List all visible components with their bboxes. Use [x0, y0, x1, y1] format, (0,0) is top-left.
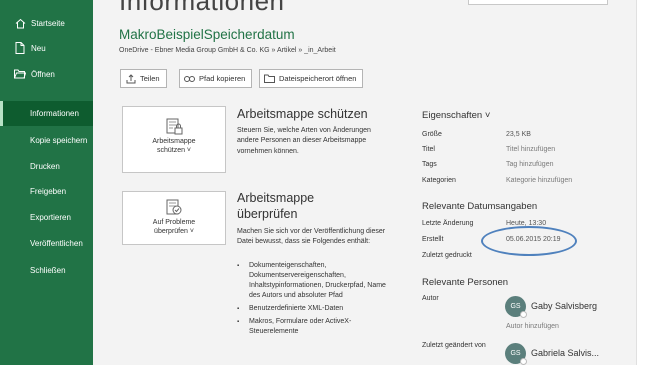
nav-informationen[interactable]: Informationen [0, 101, 93, 126]
share-icon [125, 73, 136, 84]
inspect-button-line1: Auf Probleme [152, 219, 196, 226]
inspect-description: Machen Sie sich vor der Veröffentlichung… [237, 228, 386, 246]
open-folder-icon [13, 68, 27, 80]
modified-by-name[interactable]: Gabriela Salvis... [531, 348, 599, 358]
nav-schliessen[interactable]: Schließen [0, 259, 93, 281]
home-icon [13, 17, 27, 29]
inspect-button-line2: überprüfen ˅ [154, 228, 194, 235]
prop-title-key: Titel [422, 146, 435, 153]
prop-tags-key: Tags [422, 161, 437, 168]
nav-label: Öffnen [31, 69, 55, 79]
nav-label: Informationen [30, 109, 79, 118]
avatar: GS [505, 296, 527, 318]
nav-label: Drucken [30, 161, 60, 171]
nav-label: Neu [31, 43, 46, 53]
nav-drucken[interactable]: Drucken [0, 155, 93, 177]
copy-path-label: Pfad kopieren [199, 74, 246, 83]
list-item: Makros, Formulare oder ActiveX-Steuerele… [237, 317, 387, 337]
inspect-title-line1: Arbeitsmappe [237, 191, 315, 205]
nav-freigeben[interactable]: Freigeben [0, 180, 93, 202]
avatar-initials: GS [510, 303, 521, 310]
nav-startseite[interactable]: Startseite [0, 12, 93, 34]
date-modified-key: Letzte Änderung [422, 220, 474, 227]
people-heading: Relevante Personen [422, 277, 509, 288]
protect-description: Steuern Sie, welche Arten von Änderungen… [237, 127, 371, 155]
prop-title-value[interactable]: Titel hinzufügen [506, 146, 555, 153]
copy-path-button[interactable]: Pfad kopieren [179, 69, 253, 88]
document-name: MakroBeispielSpeicherdatum [119, 27, 295, 42]
prop-size-value: 23,5 KB [506, 131, 531, 138]
lock-icon [164, 117, 184, 137]
inspect-document-icon [164, 198, 184, 218]
nav-label: Freigeben [30, 186, 67, 196]
window-edge [636, 0, 649, 365]
protect-title: Arbeitsmappe schützen [237, 107, 368, 121]
nav-oeffnen[interactable]: Öffnen [0, 63, 93, 85]
avatar-initials: GS [510, 350, 521, 357]
nav-veroeffentlichen[interactable]: Veröffentlichen [0, 232, 93, 254]
share-label: Teilen [140, 74, 160, 83]
dates-heading: Relevante Datumsangaben [422, 201, 538, 212]
prop-categories-value[interactable]: Kategorie hinzufügen [506, 177, 572, 184]
link-icon [184, 73, 195, 84]
prop-size-key: Größe [422, 131, 442, 138]
inspect-title-line2: überprüfen [237, 207, 298, 221]
folder-icon [264, 73, 275, 84]
open-location-button[interactable]: Dateispeicherort öffnen [259, 69, 364, 88]
page-title: Informationen [119, 0, 285, 16]
nav-exportieren[interactable]: Exportieren [0, 206, 93, 228]
info-panel: Informationen MakroBeispielSpeicherdatum… [93, 0, 636, 365]
add-author-link[interactable]: Autor hinzufügen [506, 323, 559, 330]
open-location-label: Dateispeicherort öffnen [279, 74, 357, 83]
presence-indicator [520, 311, 527, 318]
backstage-sidebar: Startseite Neu Öffnen Informationen Kopi… [0, 0, 93, 365]
nav-label: Exportieren [30, 212, 71, 222]
protect-button-line2: schützen ˅ [156, 147, 192, 154]
top-dropdown[interactable] [468, 0, 608, 5]
highlight-ellipse [481, 226, 577, 256]
prop-tags-value[interactable]: Tag hinzufügen [506, 161, 553, 168]
author-key: Autor [422, 295, 439, 302]
author-name[interactable]: Gaby Salvisberg [531, 301, 597, 311]
list-item: Benutzerdefinierte XML-Daten [237, 304, 387, 314]
date-printed-key: Zuletzt gedruckt [422, 252, 472, 259]
protect-button-line1: Arbeitsmappe [152, 138, 196, 145]
nav-kopie-speichern[interactable]: Kopie speichern [0, 129, 93, 151]
presence-indicator [520, 358, 527, 365]
avatar: GS [505, 343, 527, 365]
list-item: Dokumenteigenschaften, Dokumentservereig… [237, 261, 387, 301]
protect-workbook-button[interactable]: Arbeitsmappe schützen ˅ [122, 106, 226, 173]
document-path: OneDrive - Ebner Media Group GmbH & Co. … [119, 47, 336, 54]
properties-heading[interactable]: Eigenschaften ˅ [422, 110, 490, 121]
date-created-key: Erstellt [422, 236, 444, 243]
nav-label: Startseite [31, 18, 65, 28]
share-button[interactable]: Teilen [120, 69, 167, 88]
nav-neu[interactable]: Neu [0, 37, 93, 59]
nav-label: Kopie speichern [30, 135, 88, 145]
inspect-bullet-list: Dokumenteigenschaften, Dokumentservereig… [237, 261, 387, 340]
nav-label: Veröffentlichen [30, 238, 83, 248]
check-issues-button[interactable]: Auf Probleme überprüfen ˅ [122, 191, 226, 245]
prop-categories-key: Kategorien [422, 177, 456, 184]
nav-label: Schließen [30, 265, 66, 275]
modified-by-key: Zuletzt geändert von [422, 342, 486, 349]
new-file-icon [13, 42, 27, 54]
